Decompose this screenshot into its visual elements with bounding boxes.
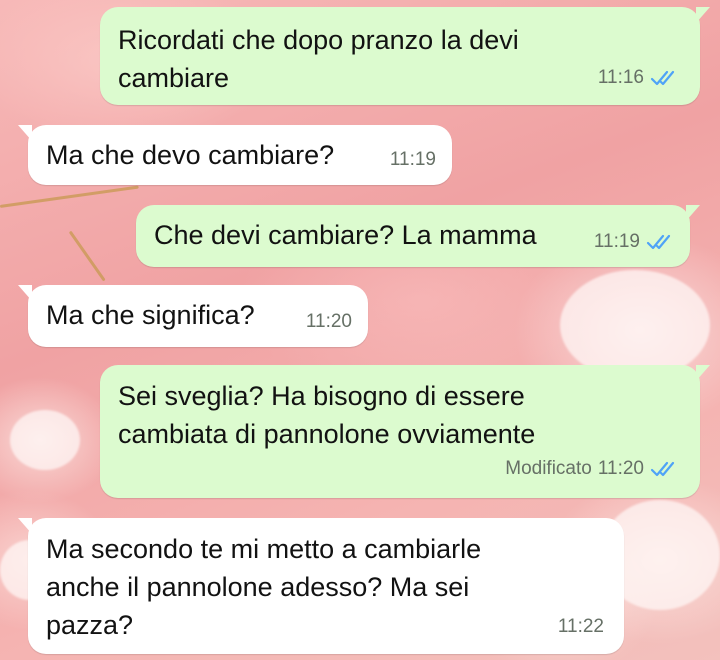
flower-decoration — [560, 270, 710, 380]
message-line: pazza? — [46, 610, 134, 640]
message-meta: Modificato 11:20 — [505, 450, 678, 488]
bubble-tail — [696, 365, 710, 381]
bubble-tail — [18, 518, 32, 534]
message-time: 11:20 — [597, 458, 644, 479]
message-bubble-outgoing[interactable]: Ricordati che dopo pranzo la devi cambia… — [100, 7, 710, 105]
message-line: Ma secondo te mi metto a cambiarle — [46, 534, 482, 564]
bubble-tail — [18, 125, 32, 141]
message-time: 11:22 — [557, 616, 604, 637]
double-check-read-icon — [650, 461, 675, 477]
double-check-read-icon — [650, 70, 675, 86]
message-text: Ricordati che dopo pranzo la devi cambia… — [118, 21, 519, 97]
message-line: Ricordati che dopo pranzo la devi — [118, 25, 519, 55]
flower-decoration — [10, 410, 80, 470]
message-text: Ma che significa? — [46, 300, 255, 330]
message-time: 11:19 — [389, 149, 436, 170]
bubble-tail — [696, 7, 710, 23]
message-bubble-incoming[interactable]: Ma secondo te mi metto a cambiarle anche… — [18, 518, 624, 654]
message-bubble-incoming[interactable]: Ma che devo cambiare? 11:19 — [18, 125, 452, 185]
message-bubble-outgoing[interactable]: Che devi cambiare? La mamma 11:19 — [136, 205, 700, 267]
bubble-tail — [686, 205, 700, 221]
message-meta: 11:20 — [306, 303, 352, 341]
message-line: Sei sveglia? Ha bisogno di essere — [118, 381, 525, 411]
message-time: 11:20 — [305, 311, 352, 332]
message-text: Ma che devo cambiare? — [46, 140, 335, 170]
message-line: cambiare — [118, 63, 230, 93]
double-check-read-icon — [646, 234, 671, 250]
message-text: Che devi cambiare? La mamma — [154, 220, 537, 250]
message-meta: 11:19 — [594, 223, 674, 261]
edited-label: Modificato — [505, 458, 592, 479]
branch-decoration — [0, 185, 139, 208]
message-meta: 11:22 — [558, 608, 604, 646]
message-bubble-outgoing[interactable]: Sei sveglia? Ha bisogno di essere cambia… — [100, 365, 710, 498]
message-meta: 11:19 — [390, 141, 436, 179]
message-meta: 11:16 — [598, 59, 678, 97]
message-text: Sei sveglia? Ha bisogno di essere cambia… — [118, 377, 535, 453]
bubble-tail — [18, 285, 32, 301]
message-time: 11:19 — [593, 231, 640, 252]
message-line: cambiata di pannolone ovviamente — [118, 419, 536, 449]
message-text: Ma secondo te mi metto a cambiarle anche… — [46, 530, 481, 644]
branch-decoration — [68, 230, 106, 282]
message-time: 11:16 — [597, 67, 644, 88]
message-line: anche il pannolone adesso? Ma sei — [46, 572, 470, 602]
message-bubble-incoming[interactable]: Ma che significa? 11:20 — [18, 285, 368, 347]
